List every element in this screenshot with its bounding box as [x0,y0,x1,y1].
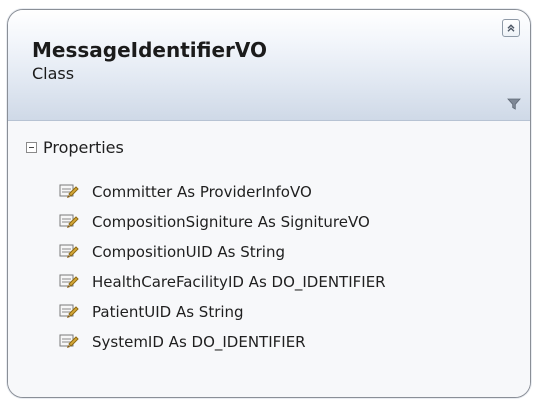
properties-section-header[interactable]: Properties [26,135,124,159]
property-item[interactable]: PatientUID As String [58,297,518,327]
property-icon [59,214,79,228]
collapse-button[interactable] [502,19,520,37]
property-item[interactable]: SystemID As DO_IDENTIFIER [58,327,518,357]
property-item[interactable]: HealthCareFacilityID As DO_IDENTIFIER [58,267,518,297]
property-label: SystemID As DO_IDENTIFIER [92,333,306,351]
property-icon [59,304,79,318]
property-item[interactable]: CompositionUID As String [58,237,518,267]
chevron-up-icon [507,24,515,32]
property-label: CompositionSigniture As SignitureVO [92,213,370,231]
class-body: Properties Committer As ProviderInfoVO C… [8,121,530,397]
property-label: Committer As ProviderInfoVO [92,183,312,201]
property-label: CompositionUID As String [92,243,286,261]
property-label: PatientUID As String [92,303,244,321]
class-kind: Class [32,64,75,83]
property-icon [59,334,79,348]
class-diagram-box: MessageIdentifierVO Class Properties Com… [7,9,531,398]
section-label: Properties [43,137,124,157]
class-header: MessageIdentifierVO Class [8,10,530,121]
class-name: MessageIdentifierVO [32,38,268,62]
property-icon [59,184,79,198]
property-label: HealthCareFacilityID As DO_IDENTIFIER [92,273,386,291]
collapse-section-icon[interactable] [26,141,37,153]
property-item[interactable]: CompositionSigniture As SignitureVO [58,207,518,237]
property-item[interactable]: Committer As ProviderInfoVO [58,177,518,207]
property-icon [59,244,79,258]
property-icon [59,274,79,288]
property-list: Committer As ProviderInfoVO CompositionS… [58,177,518,357]
filter-icon[interactable] [507,97,521,111]
